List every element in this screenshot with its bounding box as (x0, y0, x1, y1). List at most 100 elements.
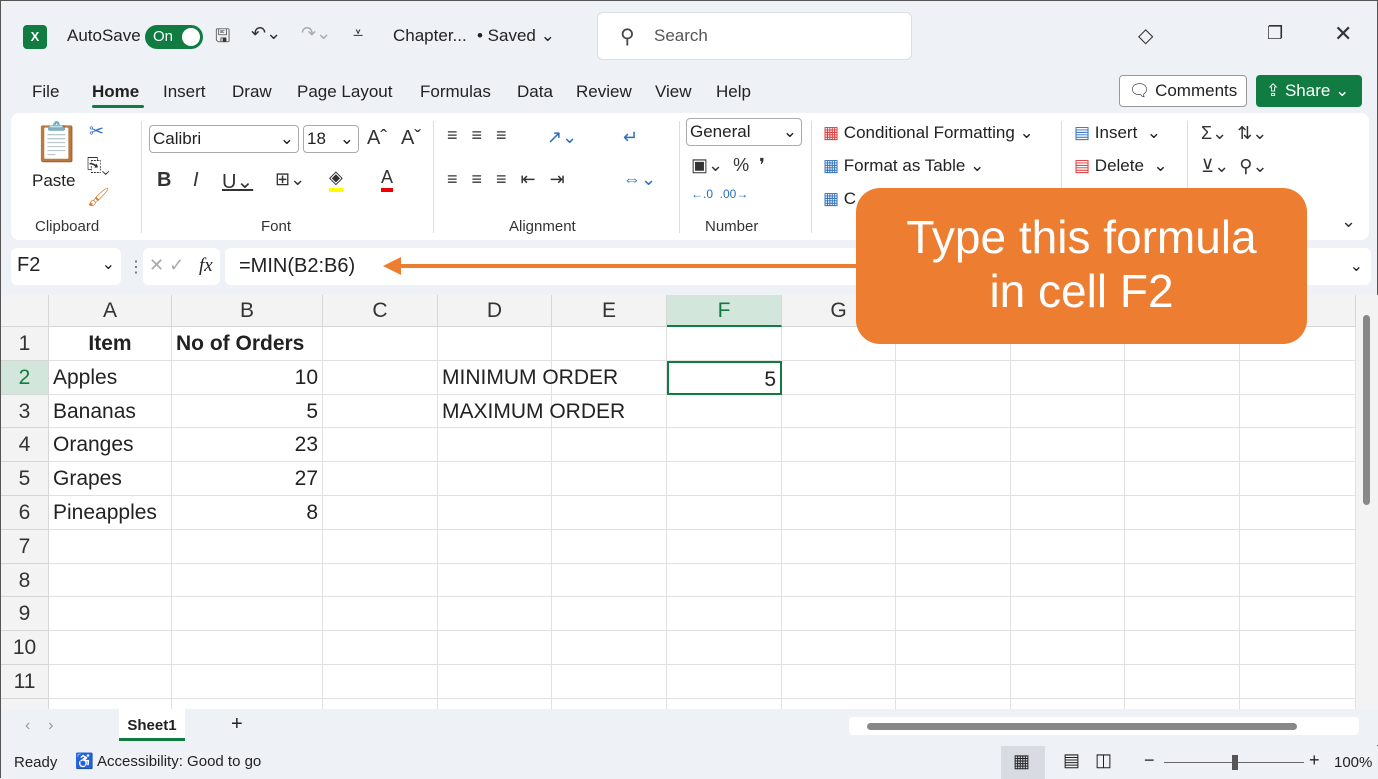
copy-icon[interactable]: ⎘⌄ (87, 155, 110, 176)
merge-center-icon[interactable]: ⇔⌄ (623, 169, 656, 190)
cell[interactable] (782, 698, 896, 709)
undo-icon[interactable]: ↶⌄ (251, 23, 281, 44)
zoom-in-icon[interactable]: + (1309, 750, 1320, 771)
horizontal-scrollbar[interactable] (849, 717, 1359, 735)
number-format-select[interactable]: General ⌄ (686, 118, 802, 146)
cell-a5[interactable]: Grapes (49, 462, 172, 496)
cell[interactable] (1125, 496, 1240, 530)
cell[interactable] (438, 462, 552, 496)
cell[interactable] (896, 394, 1011, 429)
cell[interactable] (172, 529, 323, 564)
cell[interactable] (323, 462, 438, 496)
cell[interactable] (172, 631, 323, 665)
cell[interactable] (896, 563, 1011, 598)
cell[interactable] (438, 529, 552, 564)
cell[interactable] (323, 597, 438, 632)
name-box[interactable]: F2 ⌄ (11, 248, 121, 285)
select-all-corner[interactable] (1, 295, 49, 327)
cell[interactable] (1240, 563, 1356, 598)
close-icon[interactable]: ✕ (1334, 21, 1352, 47)
cell[interactable] (438, 665, 552, 699)
zoom-out-icon[interactable]: − (1144, 750, 1155, 771)
cell[interactable] (1240, 496, 1356, 530)
cell-a6[interactable]: Pineapples (49, 496, 172, 530)
row-header[interactable]: 6 (1, 496, 49, 530)
cell[interactable] (782, 631, 896, 665)
worksheet-grid[interactable]: A B C D E F G 1 2 3 4 5 6 7 8 9 10 11 Item No of Orders Appl… (1, 295, 1356, 709)
cell[interactable] (323, 327, 438, 361)
cell[interactable] (172, 665, 323, 699)
zoom-level[interactable]: 100% (1334, 754, 1372, 771)
cell-styles-button[interactable]: ▦ C (823, 189, 856, 209)
tab-help[interactable]: Help (716, 82, 751, 102)
decrease-font-icon[interactable]: Aˇ (401, 127, 421, 150)
row-header[interactable] (1, 698, 49, 709)
cell[interactable] (667, 698, 782, 709)
delete-cells-button[interactable]: ▤ Delete ⌄ (1074, 156, 1168, 176)
cell-a2[interactable]: Apples (49, 360, 172, 395)
cell[interactable] (1125, 394, 1240, 429)
cell[interactable] (552, 327, 667, 361)
row-header[interactable]: 7 (1, 529, 49, 564)
cell[interactable] (552, 698, 667, 709)
comments-button[interactable]: 🗨 Comments (1119, 75, 1247, 107)
cell[interactable] (896, 428, 1011, 463)
font-color-icon[interactable]: A (381, 167, 394, 192)
cell[interactable] (667, 665, 782, 699)
cell-a3[interactable]: Bananas (49, 394, 172, 429)
cell[interactable] (896, 529, 1011, 564)
cell[interactable] (782, 665, 896, 699)
cell[interactable] (1240, 462, 1356, 496)
cell[interactable] (1011, 428, 1125, 463)
cell[interactable] (1011, 597, 1125, 632)
cell[interactable] (438, 698, 552, 709)
search-box[interactable]: ⚲ Search (597, 12, 912, 60)
diamond-icon[interactable]: ◇ (1138, 23, 1153, 48)
prev-sheet-icon[interactable]: ‹ › (25, 717, 53, 735)
accessibility-status[interactable]: ♿ Accessibility: Good to go (75, 752, 261, 770)
expand-formula-icon[interactable]: ⌄ (1350, 256, 1363, 276)
row-header[interactable]: 11 (1, 665, 49, 699)
cell[interactable] (323, 563, 438, 598)
cell[interactable] (782, 428, 896, 463)
tab-home[interactable]: Home (92, 82, 139, 102)
orientation-icon[interactable]: ↗⌄ (547, 127, 577, 148)
document-title[interactable]: Chapter... (393, 26, 467, 46)
cell[interactable] (1125, 563, 1240, 598)
cell[interactable] (896, 631, 1011, 665)
cell[interactable] (896, 462, 1011, 496)
cell[interactable] (1240, 631, 1356, 665)
format-painter-icon[interactable]: 🖌 (87, 187, 110, 208)
collapse-ribbon-icon[interactable]: ⌄ (1341, 211, 1356, 232)
cell[interactable] (323, 529, 438, 564)
cell[interactable] (552, 529, 667, 564)
row-header[interactable]: 2 (1, 360, 49, 395)
cell[interactable] (667, 462, 782, 496)
cell-a1[interactable]: Item (49, 327, 172, 361)
vertical-scrollbar[interactable] (1356, 295, 1378, 709)
cell[interactable] (1125, 428, 1240, 463)
cell[interactable] (49, 597, 172, 632)
column-header[interactable]: D (438, 295, 552, 327)
tab-insert[interactable]: Insert (163, 82, 206, 102)
fx-icon[interactable]: fx (199, 255, 213, 277)
cell[interactable] (1240, 665, 1356, 699)
cell[interactable] (323, 394, 438, 429)
cell-b6[interactable]: 8 (172, 496, 323, 530)
row-header[interactable]: 8 (1, 563, 49, 598)
cell-b5[interactable]: 27 (172, 462, 323, 496)
cell-f2[interactable]: 5 (667, 360, 782, 395)
cell[interactable] (172, 698, 323, 709)
add-sheet-icon[interactable]: + (231, 713, 243, 736)
underline-icon[interactable]: U⌄ (222, 169, 253, 194)
cell[interactable] (323, 428, 438, 463)
cell[interactable] (552, 428, 667, 463)
cell[interactable] (1125, 665, 1240, 699)
cell[interactable] (667, 394, 782, 429)
cell[interactable] (552, 563, 667, 598)
horizontal-align-icons[interactable]: ≡≡≡⇤⇥ (447, 169, 579, 190)
cell[interactable] (667, 496, 782, 530)
cell-b3[interactable]: 5 (172, 394, 323, 429)
format-as-table-button[interactable]: ▦ Format as Table ⌄ (823, 156, 984, 176)
cell[interactable] (49, 529, 172, 564)
